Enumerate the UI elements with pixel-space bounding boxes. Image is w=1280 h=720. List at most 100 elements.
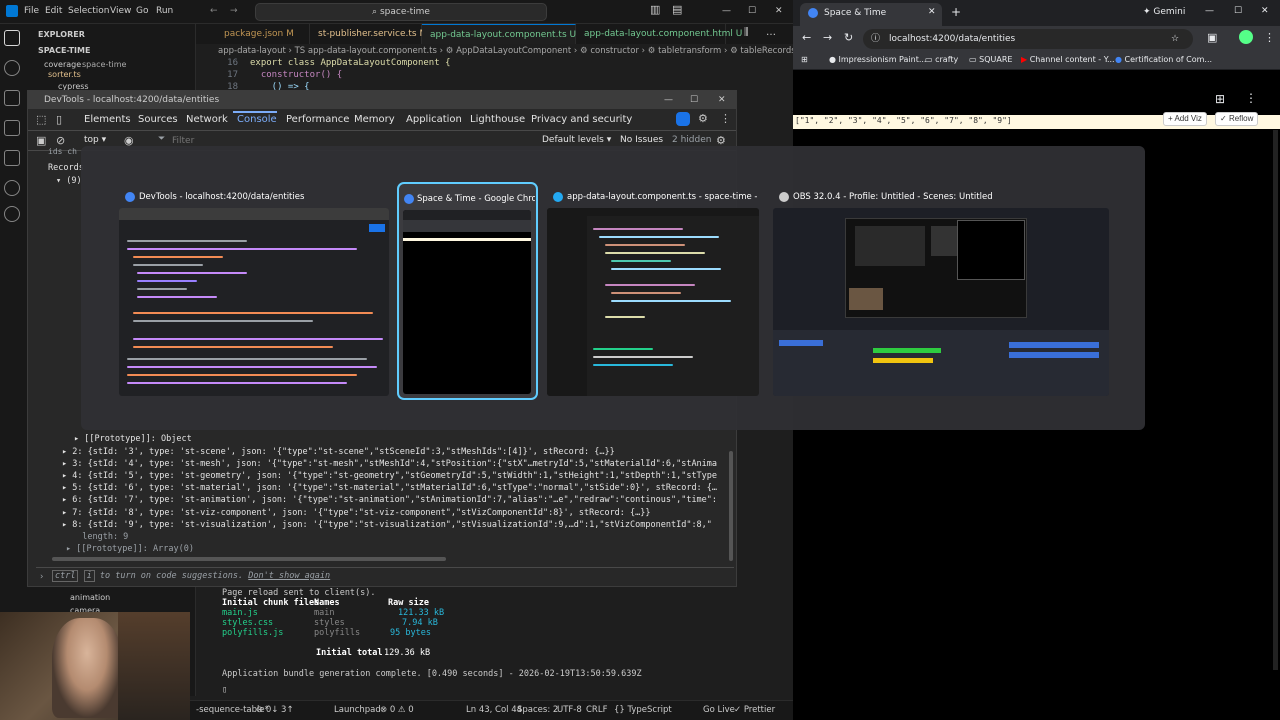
status-spaces[interactable]: Spaces: 2: [517, 705, 558, 715]
menu-view[interactable]: View: [110, 6, 131, 16]
console-entry[interactable]: ▸ 8: {stId: '9', type: 'st-visualization…: [62, 520, 712, 530]
maximize-icon[interactable]: ☐: [748, 6, 756, 16]
forward-arrow-icon[interactable]: →: [823, 31, 832, 44]
page-grid-icon[interactable]: ⊞: [1215, 92, 1225, 106]
status-problems[interactable]: ⊗ 0 ⚠ 0: [380, 705, 414, 715]
tab-elements[interactable]: Elements: [84, 114, 131, 125]
forward-arrow-icon[interactable]: →: [230, 6, 238, 16]
gemini-button[interactable]: ✦ Gemini: [1143, 7, 1185, 17]
code-line[interactable]: 17 constructor() {: [196, 70, 342, 80]
settings-gear-icon[interactable]: ⚙: [698, 112, 708, 125]
close-icon[interactable]: ✕: [1261, 6, 1269, 16]
status-eol[interactable]: CRLF: [586, 705, 607, 715]
levels-dropdown[interactable]: Default levels ▾: [542, 135, 611, 145]
status-language[interactable]: {} TypeScript: [614, 705, 672, 715]
explorer-icon[interactable]: [4, 30, 20, 46]
tab-close-icon[interactable]: ✕: [928, 7, 936, 17]
bookmark-impressionism[interactable]: ● Impressionism Paint...: [829, 55, 926, 64]
switcher-card-vscode[interactable]: app-data-layout.component.ts - space-tim…: [547, 182, 759, 400]
horizontal-scrollbar[interactable]: [52, 557, 446, 561]
add-viz-button[interactable]: + Add Viz: [1163, 112, 1207, 126]
menu-file[interactable]: File: [24, 6, 39, 16]
tree-item-space-time[interactable]: space-time: [82, 60, 126, 69]
tab-application[interactable]: Application: [406, 114, 462, 125]
extensions-icon[interactable]: ▣: [1207, 31, 1217, 44]
console-entry[interactable]: ▸ 2: {stId: '3', type: 'st-scene', json:…: [62, 447, 615, 457]
command-center[interactable]: ⌕ space-time: [255, 3, 547, 21]
tab-app-data-layout-html[interactable]: app-data-layout.component.html U: [576, 24, 742, 44]
switcher-card-space-time[interactable]: Space & Time - Google Chro...: [397, 182, 538, 400]
split-editor-icon[interactable]: ⫼: [744, 27, 749, 38]
apps-grid-icon[interactable]: ⊞: [801, 55, 808, 64]
switcher-card-devtools[interactable]: DevTools - localhost:4200/data/entities: [119, 182, 389, 400]
minimize-icon[interactable]: —: [1205, 6, 1214, 16]
inspect-icon[interactable]: ⬚: [36, 113, 46, 126]
tab-app-data-layout-ts[interactable]: app-data-layout.component.ts U: [422, 24, 576, 44]
remote-icon[interactable]: [4, 180, 20, 196]
project-name[interactable]: SPACE-TIME: [38, 46, 90, 55]
source-control-icon[interactable]: [4, 90, 20, 106]
tab-privacy-security[interactable]: Privacy and security: [531, 114, 632, 125]
menu-go[interactable]: Go: [136, 6, 148, 16]
new-tab-icon[interactable]: +: [951, 5, 961, 19]
console-entry[interactable]: ▸ [[Prototype]]: Object: [74, 434, 192, 444]
status-sync[interactable]: ⊙ 0↓ 3↑: [256, 705, 294, 715]
profile-avatar[interactable]: [1239, 30, 1253, 44]
chrome-menu-icon[interactable]: ⋮: [1264, 31, 1275, 44]
tree-item-coverage[interactable]: coverage: [44, 60, 81, 69]
tab-network[interactable]: Network: [186, 114, 228, 125]
tab-performance[interactable]: Performance: [286, 114, 349, 125]
panel-toggle-icon[interactable]: ▤: [672, 3, 682, 16]
more-actions-icon[interactable]: …: [766, 27, 776, 38]
extensions-icon[interactable]: [4, 150, 20, 166]
address-bar[interactable]: ⓘ localhost:4200/data/entities ☆: [863, 29, 1193, 49]
bookmark-channel-content[interactable]: ▶ Channel content - Y...: [1021, 55, 1115, 64]
tab-st-publisher-service[interactable]: st-publisher.service.ts M: [310, 24, 427, 44]
context-selector[interactable]: top ▾: [84, 135, 106, 145]
bookmark-star-icon[interactable]: ☆: [1171, 29, 1179, 49]
menu-edit[interactable]: Edit: [45, 6, 62, 16]
bookmark-square[interactable]: ▭ SQUARE: [969, 55, 1012, 64]
clear-console-icon[interactable]: ⊘: [56, 134, 65, 147]
chrome-tab[interactable]: Space & Time ✕: [800, 3, 942, 26]
status-prettier[interactable]: ✓ Prettier: [734, 705, 775, 715]
tab-package-json[interactable]: package.json M: [216, 24, 310, 44]
terminal-panel[interactable]: Page reload sent to client(s). Initial c…: [196, 585, 793, 696]
close-icon[interactable]: ✕: [775, 6, 783, 16]
console-entry[interactable]: ▸ 3: {stId: '4', type: 'st-mesh', json: …: [62, 459, 717, 469]
console-prototype[interactable]: ▸ [[Prototype]]: Array(0): [66, 544, 194, 554]
tree-item-sorter[interactable]: sorter.ts: [48, 70, 81, 79]
tree-item-animation[interactable]: animation: [70, 593, 110, 602]
breadcrumb[interactable]: app-data-layout › TS app-data-layout.com…: [196, 44, 793, 58]
back-arrow-icon[interactable]: ←: [802, 31, 811, 44]
console-array-header[interactable]: ▾ (9): [56, 176, 82, 186]
menu-run[interactable]: Run: [156, 6, 173, 16]
reload-icon[interactable]: ↻: [844, 31, 853, 44]
console-entry[interactable]: ▸ 4: {stId: '5', type: 'st-geometry', js…: [62, 471, 717, 481]
reflow-button[interactable]: ✓ Reflow: [1215, 112, 1259, 126]
sidebar-toggle-icon[interactable]: ▣: [36, 134, 46, 147]
console-records-label[interactable]: Records: [48, 163, 84, 173]
console-entry[interactable]: ▸ 6: {stId: '7', type: 'st-animation', j…: [62, 495, 717, 505]
dont-show-again-link[interactable]: Don't show again: [248, 571, 330, 581]
code-line[interactable]: 16 export class AppDataLayoutComponent {: [196, 58, 450, 68]
status-cursor[interactable]: Ln 43, Col 44: [466, 705, 522, 715]
site-info-icon[interactable]: ⓘ: [871, 29, 880, 49]
menu-selection[interactable]: Selection: [68, 6, 109, 16]
back-arrow-icon[interactable]: ←: [210, 6, 218, 16]
issues-button[interactable]: No Issues: [620, 135, 663, 145]
console-entry[interactable]: ▸ 5: {stId: '6', type: 'st-material', js…: [62, 483, 717, 493]
close-icon[interactable]: ✕: [718, 91, 726, 109]
console-prompt-area[interactable]: › ctrl i to turn on code suggestions. Do…: [36, 567, 734, 585]
page-menu-icon[interactable]: ⋮: [1245, 91, 1257, 105]
search-icon[interactable]: [4, 60, 20, 76]
maximize-icon[interactable]: ☐: [690, 91, 698, 109]
page-scrollbar[interactable]: [1273, 130, 1278, 670]
bookmark-certification[interactable]: ● Certification of Com...: [1115, 55, 1212, 64]
minimize-icon[interactable]: —: [664, 91, 673, 109]
status-launchpad[interactable]: Launchpad: [334, 705, 381, 715]
live-share-icon[interactable]: [4, 206, 20, 222]
minimize-icon[interactable]: —: [722, 6, 731, 16]
ai-assist-icon[interactable]: [676, 112, 690, 126]
tab-console[interactable]: Console: [237, 114, 277, 125]
